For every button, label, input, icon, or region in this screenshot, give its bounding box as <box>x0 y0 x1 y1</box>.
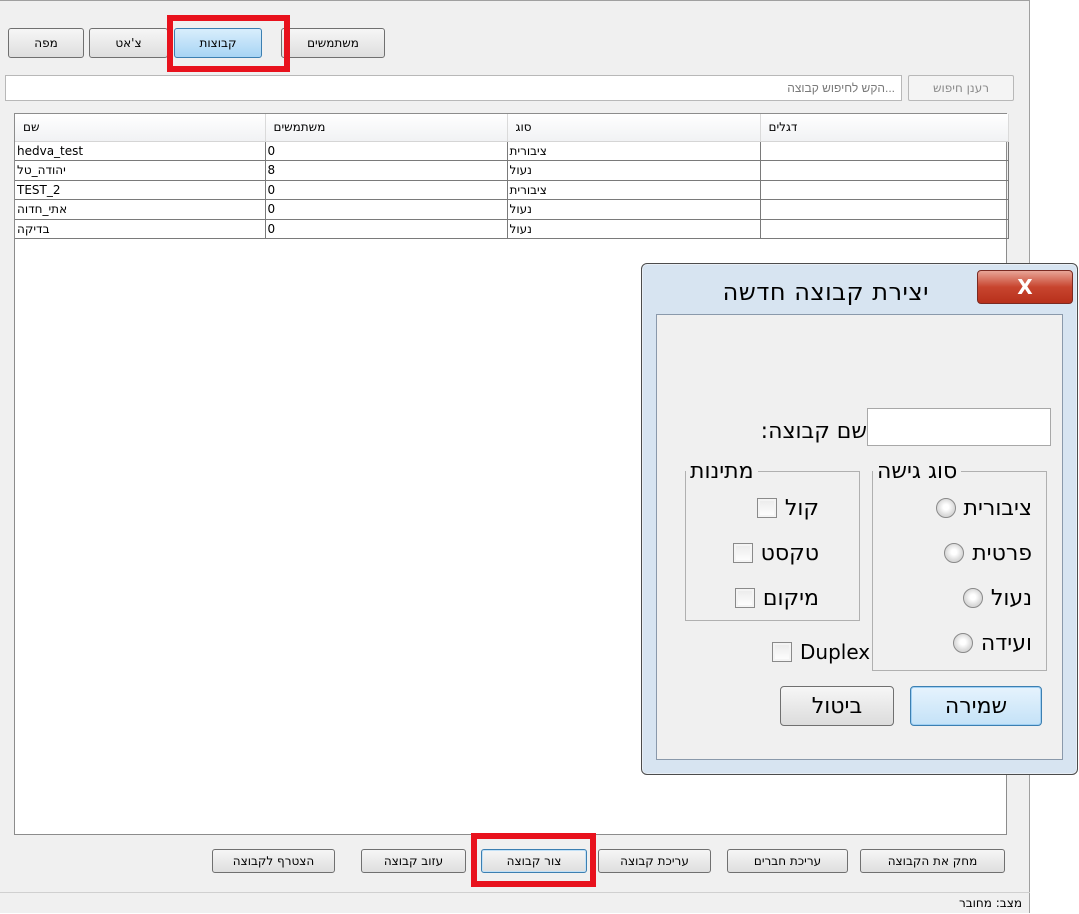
cell-flags <box>760 160 1009 181</box>
access-conference-label: ועידה <box>980 630 1032 656</box>
cell-type: נעול <box>507 219 761 239</box>
text-checkbox[interactable] <box>732 543 753 563</box>
save-button[interactable]: שמירה <box>910 686 1042 726</box>
group-search-input[interactable] <box>5 75 902 101</box>
join-group-button[interactable]: הצטרף לקבוצה <box>212 849 335 873</box>
duplex-label: Duplex <box>800 640 871 664</box>
column-header-users[interactable]: משתמשים <box>265 114 508 142</box>
cell-type: נעול <box>507 199 761 220</box>
tab-chat[interactable]: צ'אט <box>89 28 168 58</box>
cell-flags <box>760 141 1009 161</box>
table-header-row: שם משתמשים סוג דגלים <box>15 114 1009 142</box>
feature-voice[interactable]: קול <box>756 493 819 523</box>
table-row[interactable]: בדיקה 0 נעול <box>15 219 1009 239</box>
cell-flags <box>760 219 1009 239</box>
group-name-label: שם קבוצה: <box>760 419 867 444</box>
feature-location[interactable]: מיקום <box>734 583 819 613</box>
access-locked-label: נעול <box>990 585 1032 611</box>
cell-users: 0 <box>265 141 508 161</box>
edit-group-button[interactable]: עריכת קבוצה <box>598 849 711 873</box>
cell-flags <box>760 199 1009 220</box>
cell-name: בדיקה <box>15 219 266 239</box>
access-private[interactable]: פרטית <box>944 538 1032 568</box>
voice-checkbox[interactable] <box>756 498 777 518</box>
edit-members-button[interactable]: עריכת חברים <box>727 849 848 873</box>
column-header-name[interactable]: שם <box>15 114 266 142</box>
create-group-button[interactable]: צור קבוצה <box>481 849 587 873</box>
tab-users[interactable]: משתמשים <box>281 28 385 58</box>
cell-type: ציבורית <box>507 141 761 161</box>
feature-text-label: טקסט <box>760 540 819 566</box>
leave-group-button[interactable]: עזוב קבוצה <box>361 849 466 873</box>
access-public-label: ציבורית <box>963 495 1032 521</box>
column-header-type[interactable]: סוג <box>507 114 761 142</box>
duplex-checkbox[interactable] <box>772 642 792 662</box>
feature-location-label: מיקום <box>762 585 819 611</box>
dialog-title: יצירת קבוצה חדשה <box>722 278 929 306</box>
table-row[interactable]: hedva_test 0 ציבורית <box>15 141 1009 161</box>
table-row[interactable]: TEST_2 0 ציבורית <box>15 180 1009 200</box>
access-conference[interactable]: ועידה <box>952 628 1032 658</box>
delete-group-button[interactable]: מחק את הקבוצה <box>860 849 1005 873</box>
feature-text[interactable]: טקסט <box>732 538 819 568</box>
cell-type: נעול <box>507 160 761 181</box>
feature-voice-label: קול <box>784 495 819 521</box>
access-locked[interactable]: נעול <box>962 583 1032 613</box>
access-type-legend: סוג גישה <box>877 459 958 484</box>
status-bar: מצב: מחובר <box>0 892 1030 914</box>
table-row[interactable]: אתי_חדוה 0 נעול <box>15 199 1009 220</box>
location-checkbox[interactable] <box>734 588 755 608</box>
private-radio[interactable] <box>944 543 965 563</box>
table-row[interactable]: יהודה_טל 8 נעול <box>15 160 1009 181</box>
tab-groups[interactable]: קבוצות <box>174 28 262 58</box>
create-group-dialog: יצירת קבוצה חדשה X שם קבוצה: מתינות קול … <box>641 263 1078 775</box>
cell-users: 0 <box>265 199 508 220</box>
cell-name: יהודה_טל <box>15 160 266 181</box>
features-legend: מתינות <box>690 459 754 484</box>
cell-users: 0 <box>265 180 508 200</box>
cell-type: ציבורית <box>507 180 761 200</box>
cell-name: hedva_test <box>15 141 266 161</box>
cell-users: 8 <box>265 160 508 181</box>
locked-radio[interactable] <box>962 588 983 608</box>
public-radio[interactable] <box>935 498 956 518</box>
cell-name: TEST_2 <box>15 180 266 200</box>
close-icon[interactable]: X <box>977 270 1073 304</box>
cancel-button[interactable]: ביטול <box>780 686 894 726</box>
cell-name: אתי_חדוה <box>15 199 266 220</box>
refresh-search-button[interactable]: רענן חיפוש <box>908 75 1014 101</box>
tab-map[interactable]: מפה <box>8 28 84 58</box>
access-public[interactable]: ציבורית <box>935 493 1032 523</box>
duplex-option[interactable]: Duplex <box>772 637 870 667</box>
cell-flags <box>760 180 1009 200</box>
conference-radio[interactable] <box>952 633 973 653</box>
access-private-label: פרטית <box>972 540 1032 566</box>
column-header-flags[interactable]: דגלים <box>760 114 1009 142</box>
cell-users: 0 <box>265 219 508 239</box>
group-name-input[interactable] <box>867 408 1051 446</box>
